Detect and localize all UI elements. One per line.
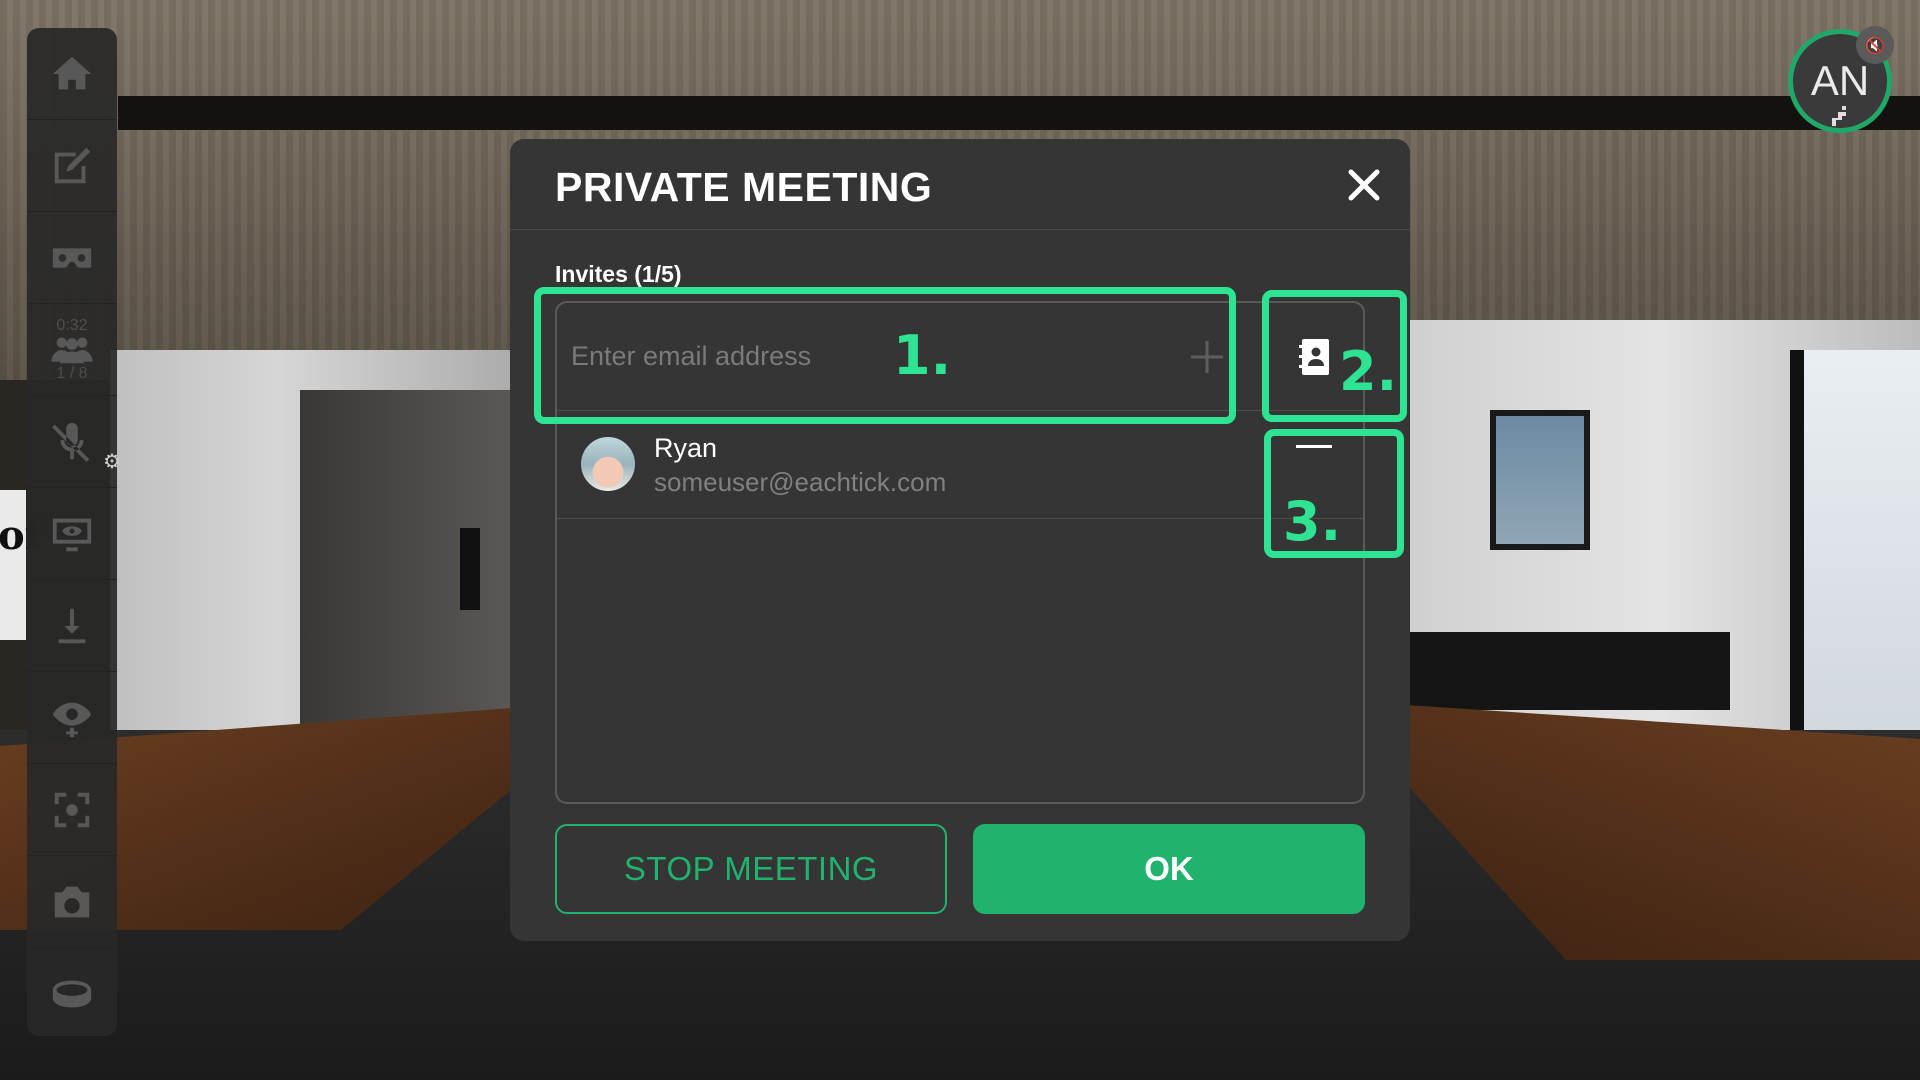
- annotation-number-3: 3.: [1283, 490, 1342, 553]
- camera-button[interactable]: [27, 856, 117, 948]
- participants-button[interactable]: 0:32 1 / 8: [27, 304, 117, 396]
- seated-icon: [1832, 106, 1846, 126]
- participants-icon: [51, 337, 93, 363]
- focus-icon: [54, 792, 90, 827]
- microphone-button[interactable]: ⚙: [27, 396, 121, 488]
- annotation-number-2: 2.: [1339, 340, 1398, 403]
- meeting-timer: 0:32: [56, 316, 88, 334]
- wall-lamp: [460, 528, 480, 610]
- view-button[interactable]: [27, 672, 117, 764]
- window: [1490, 410, 1590, 550]
- wall-panel: [1400, 632, 1730, 710]
- close-button[interactable]: [1342, 163, 1386, 207]
- invitee-name: Ryan: [654, 433, 718, 463]
- edit-button[interactable]: [27, 120, 117, 212]
- annotation-box-1: [534, 287, 1236, 424]
- invitee-email: someuser@eachtick.com: [654, 467, 947, 497]
- user-initials: AN: [1810, 57, 1870, 104]
- participant-count: 1 / 8: [56, 364, 88, 382]
- settings-gear-icon[interactable]: ⚙: [103, 449, 121, 473]
- view-360-icon: [52, 980, 92, 1008]
- view-icon: [52, 702, 92, 737]
- large-window: [1790, 350, 1920, 770]
- ceiling-beam: [118, 96, 1920, 130]
- screen-share-button[interactable]: [27, 488, 117, 580]
- edit-icon: [54, 147, 91, 183]
- teleport-button[interactable]: [27, 580, 117, 672]
- vr-headset-button[interactable]: [27, 212, 117, 304]
- camera-icon: [54, 886, 90, 917]
- annotation-number-1: 1.: [893, 324, 952, 387]
- mic-muted-icon: [52, 422, 90, 462]
- ok-button[interactable]: OK: [973, 824, 1365, 914]
- left-toolbar: 0:32 1 / 8 ⚙: [27, 28, 121, 1036]
- stop-meeting-button[interactable]: STOP MEETING: [555, 824, 947, 914]
- screen-share-icon: [52, 518, 92, 551]
- focus-button[interactable]: [27, 764, 117, 856]
- dialog-header: PRIVATE MEETING: [510, 139, 1410, 230]
- speaker-muted-icon[interactable]: 🔇: [1856, 26, 1894, 64]
- wall-poster: of: [0, 490, 42, 640]
- teleport-icon: [58, 608, 86, 643]
- view-360-button[interactable]: [27, 948, 117, 1040]
- invitee-avatar: [581, 437, 635, 491]
- dialog-title: PRIVATE MEETING: [555, 164, 933, 210]
- invites-label: Invites (1/5): [555, 261, 682, 287]
- home-icon: [52, 56, 92, 89]
- invitee-row: Ryan someuser@eachtick.com: [557, 411, 1363, 519]
- close-icon: [1348, 169, 1380, 201]
- home-button[interactable]: [27, 28, 117, 120]
- vr-headset-icon: [52, 247, 92, 268]
